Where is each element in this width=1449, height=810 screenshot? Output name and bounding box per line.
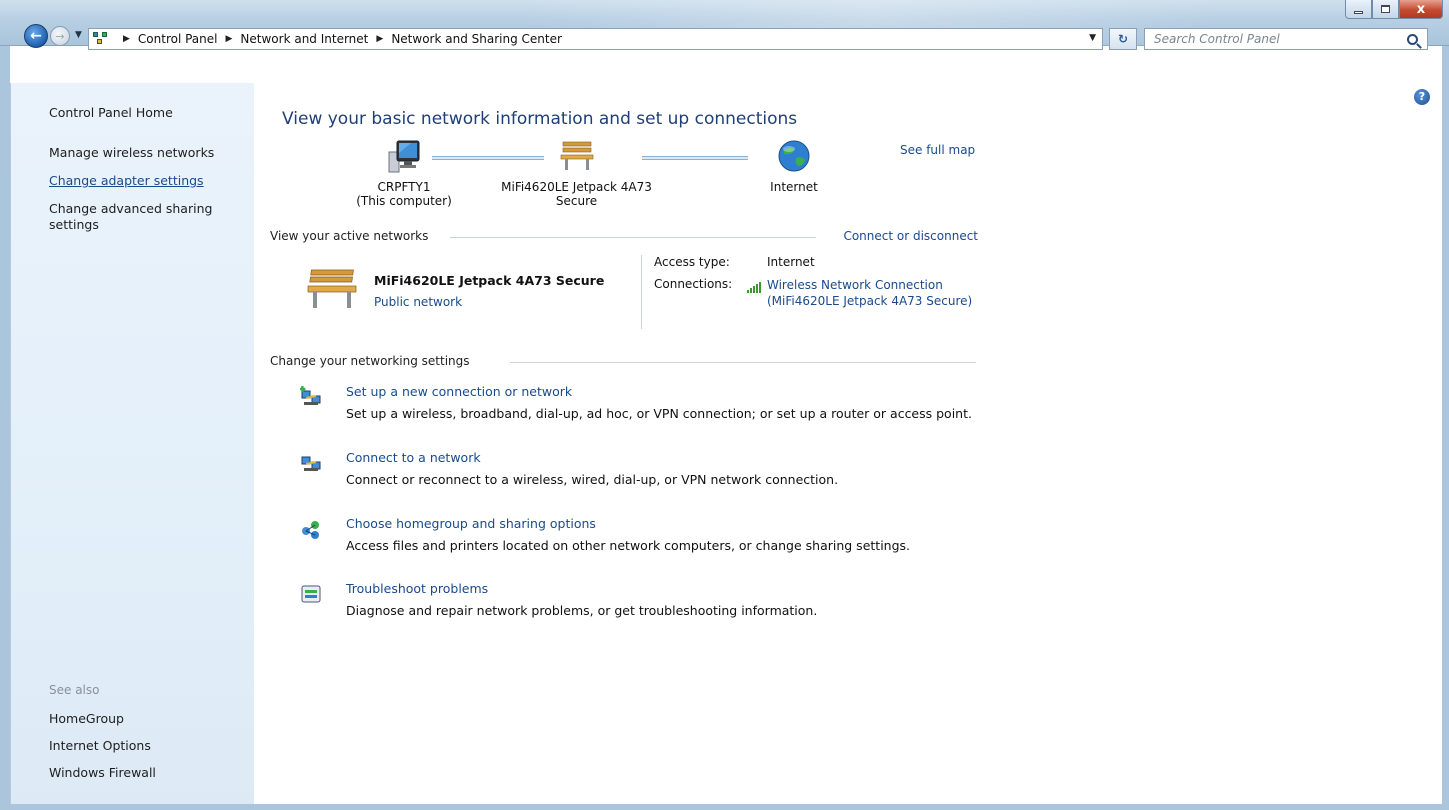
- refresh-icon: ↻: [1117, 32, 1129, 46]
- section-divider: [510, 362, 976, 363]
- breadcrumb-network-and-sharing-center[interactable]: Network and Sharing Center: [391, 32, 562, 46]
- globe-icon: [778, 140, 810, 172]
- forward-button[interactable]: →: [50, 26, 70, 46]
- bench-network-icon: [560, 141, 593, 170]
- map-network-name: MiFi4620LE Jetpack 4A73 Secure: [501, 180, 652, 208]
- task-description: Connect or reconnect to a wireless, wire…: [346, 472, 839, 487]
- see-also-homegroup[interactable]: HomeGroup: [49, 711, 124, 726]
- active-network-name: MiFi4620LE Jetpack 4A73 Secure: [374, 273, 605, 288]
- troubleshoot-icon: [301, 585, 321, 603]
- map-connector-line: [642, 156, 748, 160]
- page-title: View your basic network information and …: [282, 109, 798, 129]
- back-arrow-icon: ←: [30, 28, 42, 44]
- sidebar-item-change-adapter-settings[interactable]: Change adapter settings: [49, 173, 204, 188]
- computer-subtitle: (This computer): [356, 194, 452, 208]
- new-connection-icon: [300, 386, 321, 405]
- map-network-node[interactable]: MiFi4620LE Jetpack 4A73 Secure: [479, 138, 674, 208]
- network-type-link[interactable]: Public network: [374, 295, 462, 309]
- window-controls: x: [1345, 0, 1443, 19]
- minimize-icon: [1354, 10, 1363, 14]
- address-dropdown-icon[interactable]: ▼: [1089, 33, 1096, 43]
- task-description: Diagnose and repair network problems, or…: [346, 603, 818, 618]
- wifi-signal-icon: [747, 281, 763, 293]
- connections-label: Connections:: [654, 277, 733, 291]
- access-type-value: Internet: [767, 255, 815, 269]
- task-title[interactable]: Troubleshoot problems: [346, 581, 488, 596]
- breadcrumb-chevron-icon[interactable]: ▶: [226, 34, 233, 44]
- address-bar[interactable]: ▶ Control Panel ▶ Network and Internet ▶…: [88, 28, 1103, 50]
- refresh-button[interactable]: ↻: [1109, 28, 1137, 50]
- see-also-heading: See also: [49, 683, 100, 697]
- sidebar-item-change-advanced-sharing-settings[interactable]: Change advanced sharing settings: [49, 201, 229, 233]
- homegroup-icon: [302, 521, 319, 539]
- vertical-divider: [641, 255, 642, 329]
- main-content: ? View your basic network information an…: [254, 83, 1442, 804]
- map-computer-node[interactable]: CRPFTY1 (This computer): [349, 138, 459, 208]
- bench-network-icon: [307, 269, 357, 308]
- breadcrumb-control-panel[interactable]: Control Panel: [138, 32, 218, 46]
- window-frame-right: [1442, 46, 1449, 810]
- maximize-button[interactable]: [1372, 0, 1399, 19]
- computer-icon: [388, 140, 420, 173]
- maximize-icon: [1381, 5, 1390, 13]
- active-networks-heading: View your active networks: [270, 229, 429, 243]
- task-title[interactable]: Choose homegroup and sharing options: [346, 516, 596, 531]
- connect-network-icon: [301, 456, 321, 471]
- close-button[interactable]: x: [1399, 0, 1443, 19]
- section-divider: [450, 237, 816, 238]
- computer-name: CRPFTY1: [377, 180, 431, 194]
- window-frame-bottom: [0, 804, 1449, 810]
- task-description: Access files and printers located on oth…: [346, 538, 911, 553]
- sidebar-item-control-panel-home[interactable]: Control Panel Home: [49, 105, 173, 120]
- recent-pages-dropdown[interactable]: ▼: [75, 30, 82, 40]
- internet-label: Internet: [770, 180, 818, 194]
- access-type-label: Access type:: [654, 255, 730, 269]
- task-description: Set up a wireless, broadband, dial-up, a…: [346, 406, 972, 421]
- connect-or-disconnect-link[interactable]: Connect or disconnect: [843, 229, 978, 243]
- search-icon: [1406, 33, 1418, 45]
- see-full-map-link[interactable]: See full map: [900, 143, 975, 157]
- wireless-connection-link[interactable]: Wireless Network Connection (MiFi4620LE …: [767, 277, 977, 309]
- breadcrumb-network-and-internet[interactable]: Network and Internet: [240, 32, 368, 46]
- help-icon[interactable]: ?: [1414, 89, 1430, 105]
- minimize-button[interactable]: [1345, 0, 1372, 19]
- task-title[interactable]: Set up a new connection or network: [346, 384, 572, 399]
- navigation-bar: ← → ▼ ▶ Control Panel ▶ Network and Inte…: [0, 20, 1449, 50]
- control-panel-icon: [93, 32, 109, 46]
- search-input[interactable]: Search Control Panel: [1144, 28, 1428, 50]
- task-title[interactable]: Connect to a network: [346, 450, 481, 465]
- see-also-windows-firewall[interactable]: Windows Firewall: [49, 765, 156, 780]
- sidebar-item-manage-wireless-networks[interactable]: Manage wireless networks: [49, 145, 214, 160]
- sidebar: Control Panel Home Manage wireless netwo…: [10, 83, 254, 805]
- breadcrumb-chevron-icon[interactable]: ▶: [376, 34, 383, 44]
- back-button[interactable]: ←: [24, 24, 48, 48]
- change-settings-heading: Change your networking settings: [270, 354, 470, 368]
- breadcrumb-root-chevron-icon[interactable]: ▶: [123, 34, 130, 44]
- window-frame-left: [0, 46, 10, 810]
- search-button[interactable]: [1402, 30, 1422, 48]
- map-internet-node[interactable]: Internet: [749, 138, 839, 194]
- forward-arrow-icon: →: [55, 29, 65, 43]
- see-also-internet-options[interactable]: Internet Options: [49, 738, 151, 753]
